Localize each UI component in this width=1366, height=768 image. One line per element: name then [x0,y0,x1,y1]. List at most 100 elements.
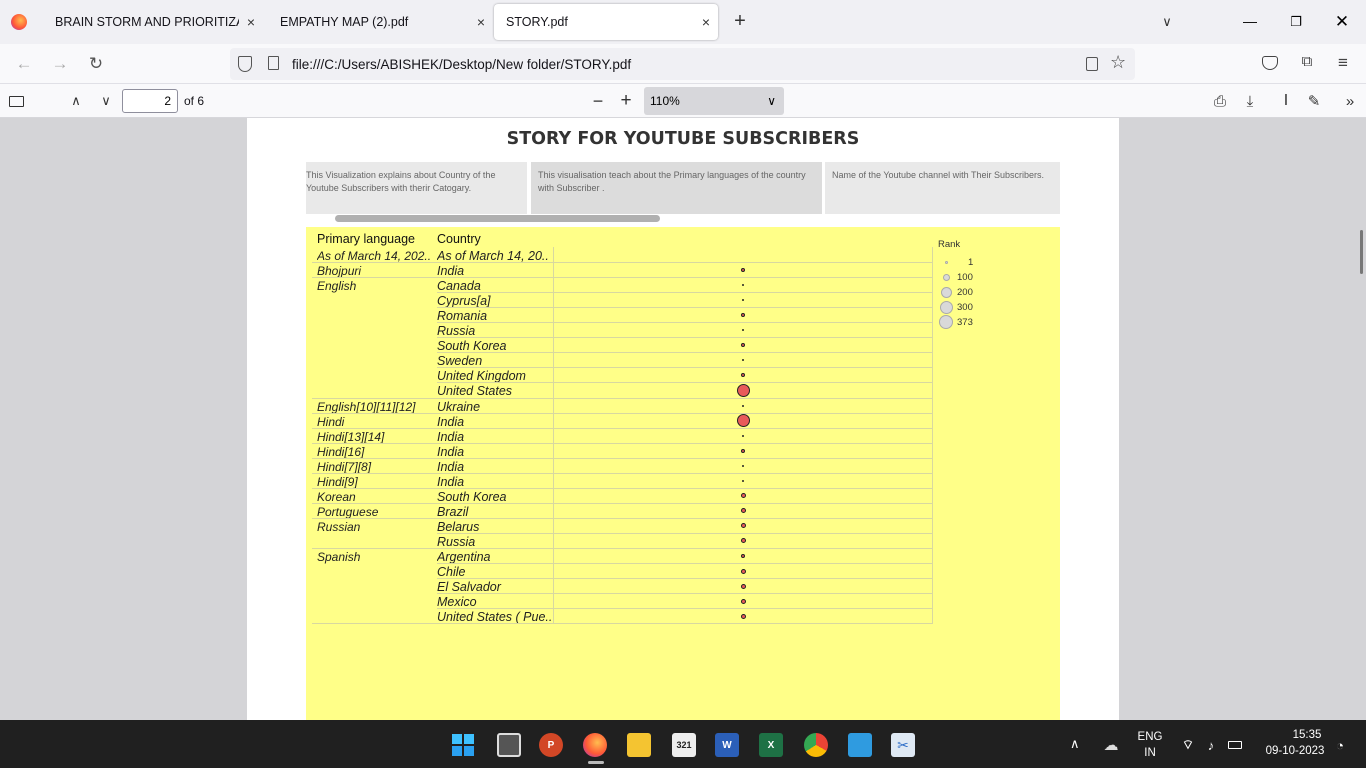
tab-bar: BRAIN STORM AND PRIORITIZATION × EMPATHY… [0,0,1366,44]
show-hidden-icons[interactable]: ∧ [1070,736,1080,752]
rank-dot[interactable] [740,508,746,514]
wifi-icon[interactable]: ⌔ [1178,733,1198,757]
rank-dot[interactable] [741,313,745,318]
rank-dot[interactable] [742,359,744,362]
sidebar-toggle-icon[interactable] [4,89,28,113]
row-language: Russian [317,519,361,534]
close-tab-icon[interactable]: × [239,14,263,30]
pdf-viewer[interactable]: STORY FOR YOUTUBE SUBSCRIBERS This Visua… [0,118,1366,720]
calendar-icon[interactable]: 321 [672,733,696,757]
reader-view-icon[interactable] [1086,57,1098,71]
reload-button[interactable]: ↻ [84,52,108,76]
row-language: Hindi [317,414,345,429]
close-tab-icon[interactable]: × [694,14,718,30]
menu-icon[interactable]: ≡ [1332,53,1354,75]
battery-icon[interactable] [1226,733,1244,757]
url-bar[interactable]: file:///C:/Users/ABISHEK/Desktop/New fol… [230,48,1135,80]
previous-page-button[interactable]: ∧ [64,89,88,113]
viewer-scrollbar[interactable] [1360,230,1363,274]
story-point-2[interactable]: This visualisation teach about the Prima… [531,162,822,214]
legend-label: 200 [957,287,973,298]
close-window-button[interactable]: ✕ [1332,10,1352,34]
tab-empathy-map[interactable]: EMPATHY MAP (2).pdf × [268,4,493,40]
powerpoint-icon[interactable]: P [539,733,563,757]
rank-dot[interactable] [740,538,746,544]
legend-circle [939,300,953,314]
rank-dot[interactable] [736,383,750,397]
rank-dot[interactable] [742,329,744,332]
rank-dot[interactable] [740,568,746,574]
rank-dot[interactable] [741,448,745,453]
story-point-1[interactable]: This Visualization explains about Countr… [306,162,527,214]
url-text[interactable]: file:///C:/Users/ABISHEK/Desktop/New fol… [292,57,631,72]
draw-tool-icon[interactable]: ✎ [1302,89,1326,113]
restore-button[interactable]: ❐ [1286,10,1306,34]
tab-story[interactable]: STORY.pdf × [494,4,718,40]
rank-dot[interactable] [742,284,744,287]
back-button[interactable]: ← [12,52,36,76]
rank-dot[interactable] [741,268,745,273]
extensions-icon[interactable]: ⧉ [1296,53,1318,75]
file-explorer-icon[interactable] [627,733,651,757]
shield-icon[interactable] [238,56,252,72]
page-icon[interactable] [268,56,279,70]
rank-dot[interactable] [742,464,744,467]
chrome-icon[interactable] [804,733,828,757]
more-tools-icon[interactable]: » [1338,89,1362,113]
pocket-icon[interactable] [1262,56,1278,70]
snipping-icon[interactable]: ✂ [891,733,915,757]
word-icon[interactable]: W [715,733,739,757]
text-tool-icon[interactable]: I [1274,89,1298,113]
notepad-icon[interactable] [848,733,872,757]
tab-brainstorm[interactable]: BRAIN STORM AND PRIORITIZATION × [43,4,263,40]
story-scrollbar[interactable] [335,215,660,222]
forward-button[interactable]: → [48,52,72,76]
rank-dot[interactable] [741,373,745,378]
row-country: As of March 14, 20.. [437,249,549,263]
notifications-icon[interactable]: ◔ [1330,733,1350,757]
close-tab-icon[interactable]: × [469,14,493,30]
input-language[interactable]: ENG [1136,731,1164,743]
rank-dot[interactable] [742,404,744,407]
rank-dot[interactable] [741,343,745,348]
zoom-out-button[interactable]: − [586,89,610,113]
tab-title: STORY.pdf [506,15,568,29]
zoom-select[interactable]: 110% ∨ [644,87,784,115]
download-icon[interactable]: ⤓ [1238,89,1262,113]
rank-dot[interactable] [742,434,744,437]
rank-dot[interactable] [742,299,744,302]
row-gridline [437,307,933,309]
clock-date[interactable]: 09-10-2023 [1258,745,1332,757]
rank-dot[interactable] [740,583,746,589]
row-language: Bhojpuri [317,264,362,279]
row-gridline [437,563,933,565]
bookmark-star-icon[interactable]: ☆ [1110,52,1126,73]
next-page-button[interactable]: ∨ [94,89,118,113]
zoom-in-button[interactable]: + [614,89,638,113]
volume-icon[interactable]: ♪ [1201,733,1221,757]
tab-title: BRAIN STORM AND PRIORITIZATION [55,15,239,29]
row-gridline [312,548,933,549]
rank-dot[interactable] [740,493,746,499]
rank-dot[interactable] [736,414,750,428]
input-region[interactable]: IN [1136,747,1164,759]
story-point-3[interactable]: Name of the Youtube channel with Their S… [825,162,1060,214]
firefox-menu-icon[interactable] [11,14,27,30]
page-number-input[interactable]: 2 [122,89,178,113]
start-icon[interactable] [451,733,475,757]
rank-dot[interactable] [740,523,746,529]
rank-dot[interactable] [740,613,746,619]
task-view-icon[interactable] [497,733,521,757]
onedrive-icon[interactable]: ☁ [1100,733,1122,757]
rank-dot[interactable] [741,554,745,558]
print-icon[interactable]: ⎙ [1208,89,1232,113]
minimize-button[interactable]: — [1240,10,1260,34]
row-gridline [437,337,933,339]
clock-time[interactable]: 15:35 [1282,729,1332,741]
list-tabs-icon[interactable]: ∨ [1157,10,1177,34]
rank-dot[interactable] [740,598,746,604]
firefox-icon[interactable] [583,733,607,757]
excel-icon[interactable]: X [759,733,783,757]
new-tab-button[interactable]: + [728,10,752,34]
rank-dot[interactable] [742,479,744,482]
